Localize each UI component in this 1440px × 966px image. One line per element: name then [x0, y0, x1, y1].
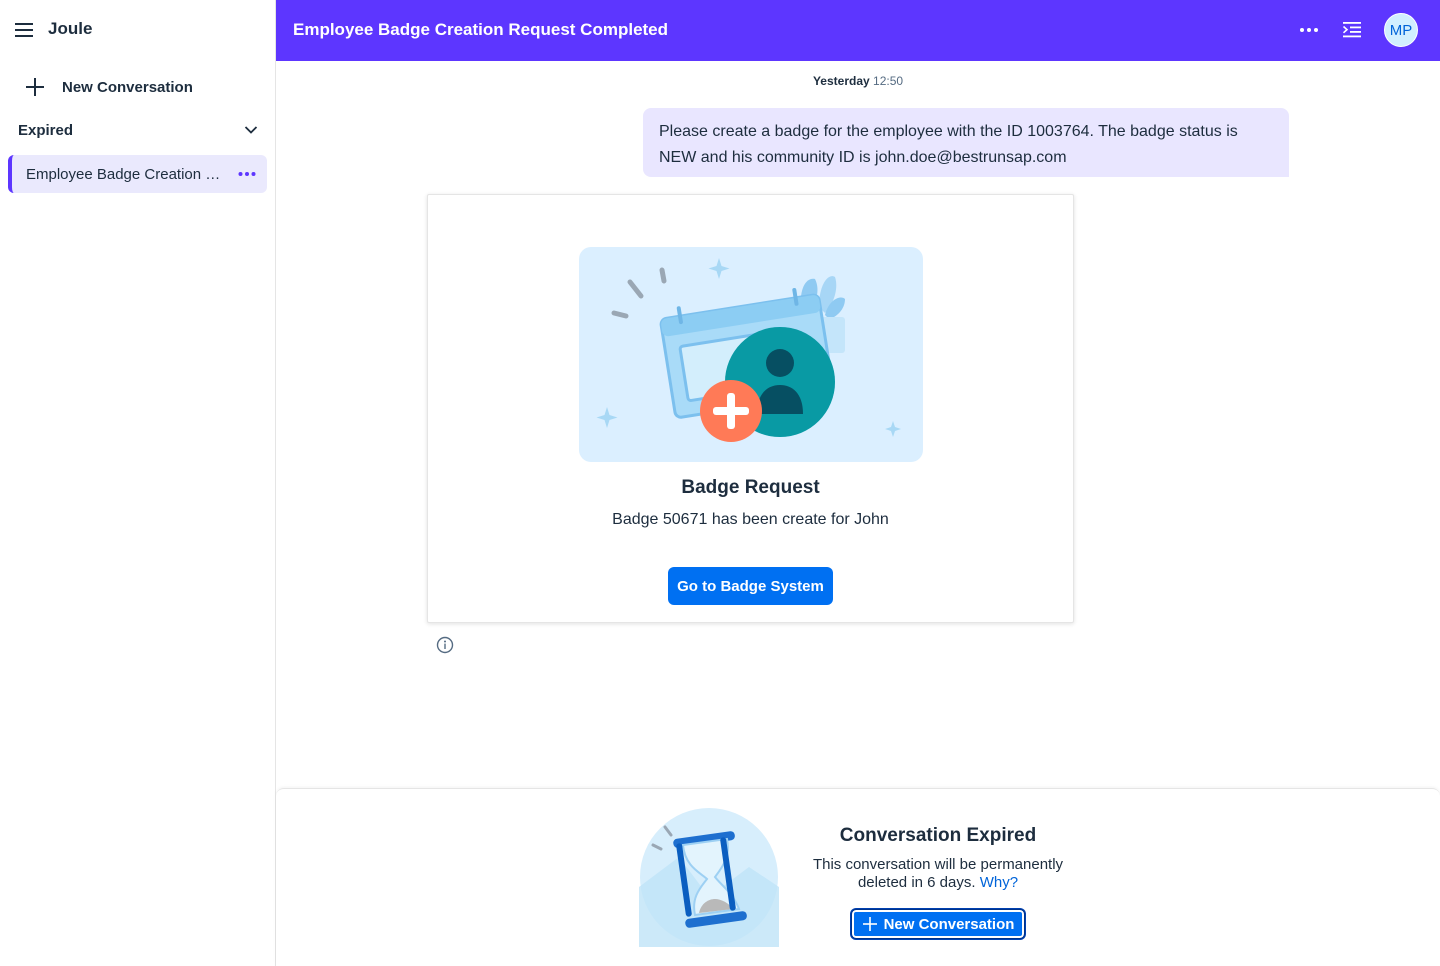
badge-request-card: Badge Request Badge 50671 has been creat… [427, 194, 1074, 623]
new-conversation-cta-button[interactable]: New Conversation [851, 909, 1025, 939]
card-title: Badge Request [681, 477, 820, 498]
sidebar-header: Joule [0, 0, 276, 60]
conversation-title: Employee Badge Creation Request Complete… [293, 20, 669, 39]
hourglass-illustration [639, 808, 779, 947]
why-link[interactable]: Why? [980, 874, 1018, 891]
new-conversation-cta-label: New Conversation [883, 915, 1015, 933]
timestamp-day: Yesterday [812, 74, 870, 88]
expired-message-text: This conversation will be permanently de… [812, 856, 1064, 891]
app-name: Joule [48, 19, 93, 38]
badge-illustration [579, 247, 923, 462]
conversation-item[interactable]: Employee Badge Creation R... [8, 155, 267, 193]
chevron-down-icon [244, 126, 258, 134]
conversation-header: Employee Badge Creation Request Complete… [276, 0, 1440, 61]
expired-section-label: Expired [18, 121, 74, 139]
go-to-badge-system-button[interactable]: Go to Badge System [668, 567, 833, 605]
expired-title: Conversation Expired [839, 825, 1037, 846]
message-timestamp: Yesterday 12:50 [276, 74, 1440, 88]
more-icon[interactable] [1298, 22, 1320, 38]
expired-message: This conversation will be permanently de… [801, 856, 1075, 892]
card-subtitle: Badge 50671 has been create for John [612, 511, 889, 528]
more-icon[interactable] [237, 167, 257, 181]
expired-section-toggle[interactable]: Expired [18, 118, 258, 142]
new-conversation-label: New Conversation [62, 78, 193, 96]
conversation-item-label: Employee Badge Creation R... [26, 165, 228, 183]
plus-icon [862, 917, 877, 931]
user-message-bubble: Please create a badge for the employee w… [643, 108, 1289, 177]
hamburger-icon[interactable] [14, 21, 34, 39]
user-avatar[interactable]: MP [1384, 13, 1418, 47]
info-icon[interactable] [436, 636, 454, 654]
sidebar: Joule New Conversation Expired Employee … [0, 0, 276, 966]
timestamp-time: 12:50 [873, 74, 904, 88]
outdent-icon[interactable] [1342, 20, 1362, 40]
new-conversation-button[interactable]: New Conversation [24, 74, 193, 100]
plus-icon [26, 78, 44, 96]
conversation-expired-panel: Conversation Expired This conversation w… [276, 788, 1440, 966]
